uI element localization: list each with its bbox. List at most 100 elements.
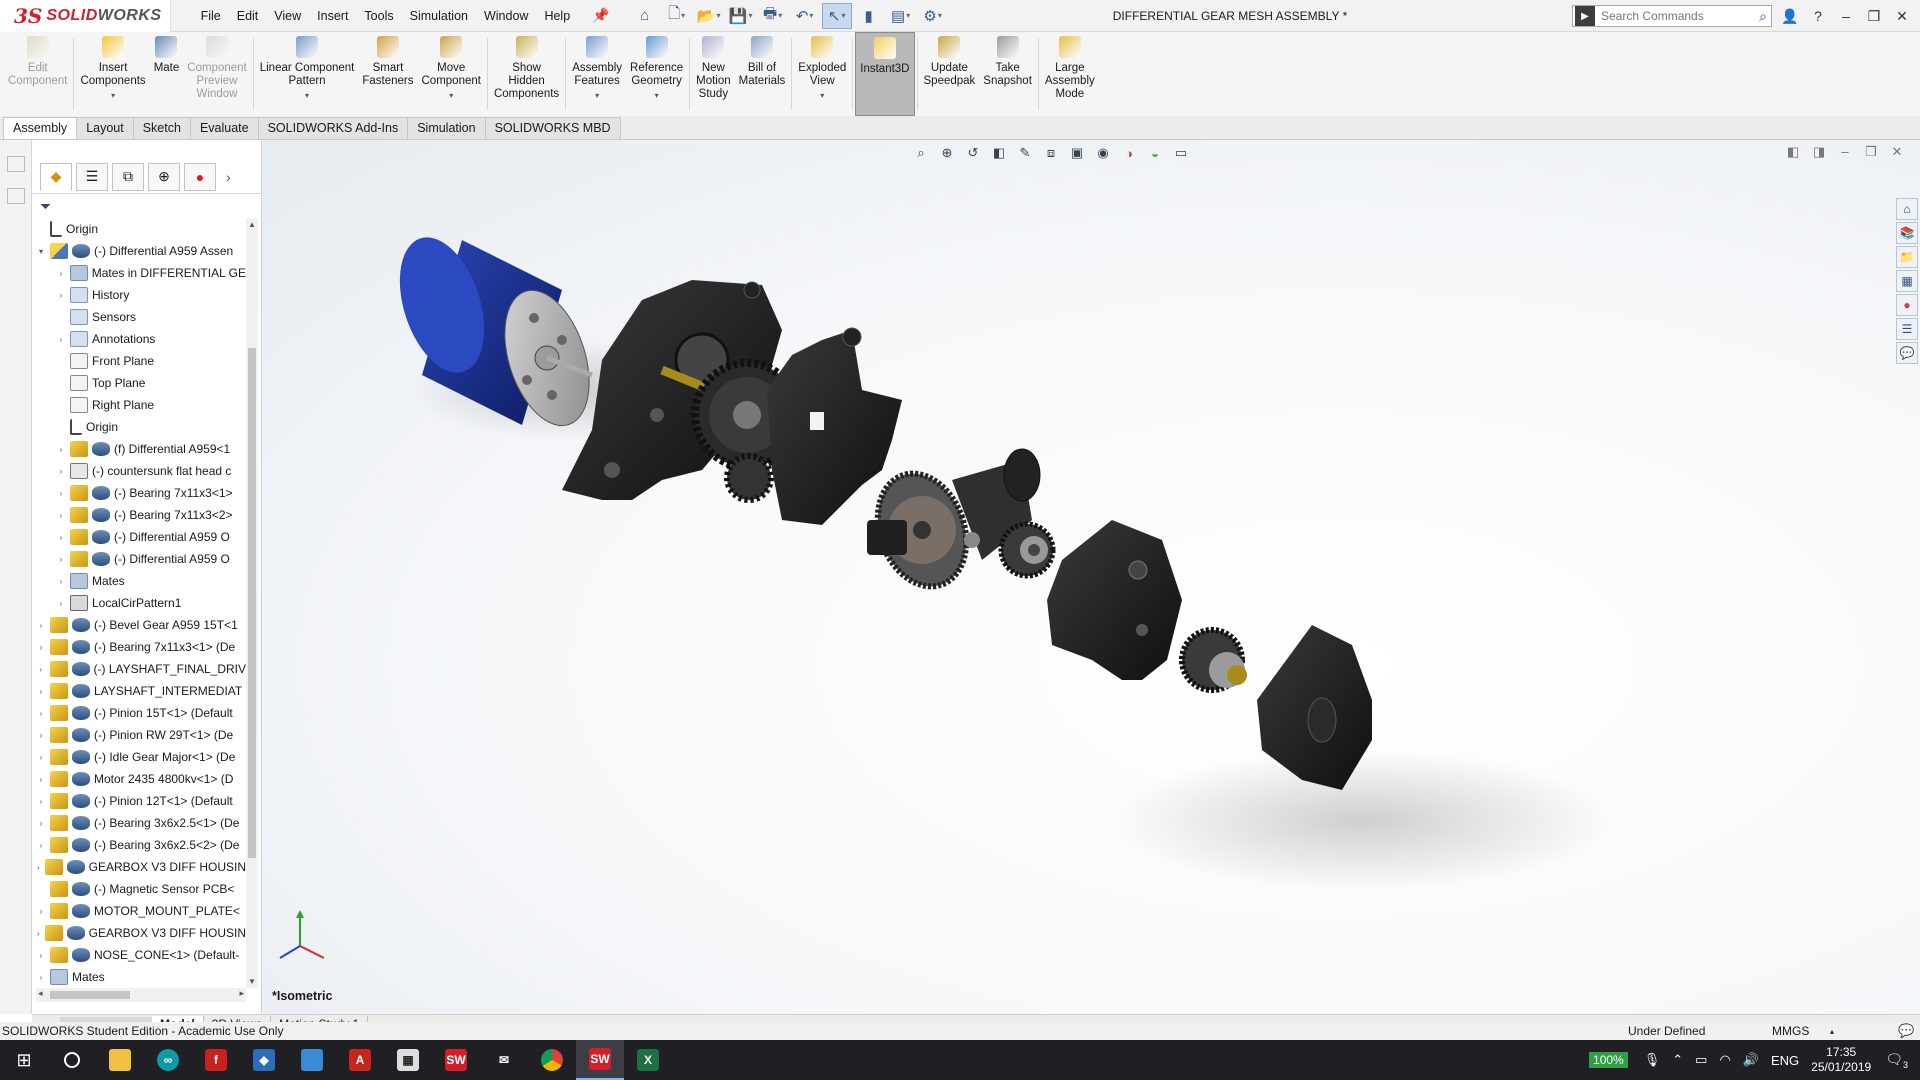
expand-icon[interactable]: › — [56, 577, 66, 586]
tab-solidworks-mbd[interactable]: SOLIDWORKS MBD — [484, 117, 621, 139]
tab-simulation[interactable]: Simulation — [407, 117, 486, 139]
cmd-mate[interactable]: Mate — [150, 32, 184, 116]
notifications-icon[interactable]: 🗨3 — [1885, 1051, 1908, 1070]
motor-part[interactable] — [384, 227, 605, 437]
tree-item[interactable]: › (f) Differential A959<1 — [32, 438, 246, 460]
configuration-manager-icon[interactable]: ⧉ — [112, 162, 144, 191]
cmd-reference-geometry[interactable]: Reference Geometry ▾ — [626, 32, 687, 116]
flash-app-icon[interactable]: f — [192, 1040, 240, 1080]
chevron-right-icon[interactable]: › — [226, 169, 231, 185]
tree-item[interactable]: (-) Magnetic Sensor PCB< — [32, 878, 246, 900]
dropdown-arrow-icon[interactable]: ▾ — [305, 89, 309, 102]
help-icon[interactable]: ? — [1804, 0, 1832, 32]
custom-properties-icon[interactable]: ☰ — [1896, 318, 1918, 340]
collapse-icon[interactable]: ▾ — [36, 247, 46, 256]
tree-item[interactable]: › GEARBOX V3 DIFF HOUSIN — [32, 922, 246, 944]
exploded-assembly-model[interactable] — [262, 140, 1920, 1014]
expand-icon[interactable]: › — [36, 797, 46, 806]
previous-view-icon[interactable]: ↺ — [962, 142, 984, 164]
tree-item[interactable]: Top Plane — [32, 372, 246, 394]
dropdown-arrow-icon[interactable]: ▾ — [111, 89, 115, 102]
cmd-show-hidden-components[interactable]: Show Hidden Components — [490, 32, 563, 116]
tree-item[interactable]: Origin — [32, 218, 246, 240]
tree-item[interactable]: › Motor 2435 4800kv<1> (D — [32, 768, 246, 790]
tree-item[interactable]: Origin — [32, 416, 246, 438]
cmd-instant3d[interactable]: Instant3D — [855, 32, 915, 116]
view-palette-icon[interactable]: ▦ — [1896, 270, 1918, 292]
file-properties-icon[interactable]: ▤ ▾ — [886, 3, 916, 29]
scroll-thumb[interactable] — [248, 348, 256, 858]
tab-solidworks-add-ins[interactable]: SOLIDWORKS Add-Ins — [257, 117, 409, 139]
menu-tools[interactable]: Tools — [356, 0, 401, 32]
excel-icon[interactable]: X — [624, 1040, 672, 1080]
scroll-right-icon[interactable]: ▸ — [239, 988, 244, 999]
expand-icon[interactable]: › — [36, 621, 46, 630]
cmd-exploded-view[interactable]: Exploded View ▾ — [794, 32, 850, 116]
expand-icon[interactable]: › — [56, 599, 66, 608]
print-icon[interactable]: 🖶 ▾ — [758, 3, 788, 29]
cmd-assembly-features[interactable]: Assembly Features ▾ — [568, 32, 626, 116]
apply-scene-icon[interactable]: ◒ — [1144, 142, 1166, 164]
solidworks-2018-icon[interactable]: SW — [432, 1040, 480, 1080]
scroll-left-icon[interactable]: ◂ — [38, 988, 43, 999]
viewport-restore-icon[interactable]: ❐ — [1862, 144, 1880, 162]
tree-item[interactable]: › (-) Pinion 15T<1> (Default — [32, 702, 246, 724]
menu-view[interactable]: View — [266, 0, 309, 32]
tree-horizontal-scrollbar[interactable]: ◂ ▸ — [36, 988, 246, 1002]
pin-menu-icon[interactable]: 📌 — [592, 7, 609, 24]
volume-icon[interactable]: 🔊 — [1743, 1052, 1759, 1068]
scroll-down-icon[interactable]: ▼ — [248, 977, 256, 986]
tab-layout[interactable]: Layout — [76, 117, 134, 139]
expand-icon[interactable]: › — [36, 973, 46, 982]
wifi-icon[interactable]: ◠ — [1719, 1052, 1730, 1068]
tab-sketch[interactable]: Sketch — [132, 117, 191, 139]
expand-icon[interactable]: › — [56, 555, 66, 564]
expand-icon[interactable]: › — [36, 731, 46, 740]
expand-icon[interactable]: › — [36, 907, 46, 916]
tree-item[interactable]: Front Plane — [32, 350, 246, 372]
menu-help[interactable]: Help — [536, 0, 578, 32]
tree-item[interactable]: › (-) LAYSHAFT_FINAL_DRIV — [32, 658, 246, 680]
options-gear-icon[interactable]: ⚙ ▾ — [918, 3, 948, 29]
cmd-insert-components[interactable]: Insert Components ▾ — [76, 32, 149, 116]
dimension-icon[interactable] — [7, 188, 25, 204]
cmd-linear-component-pattern[interactable]: Linear Component Pattern ▾ — [256, 32, 359, 116]
expand-icon[interactable]: › — [36, 863, 41, 872]
tree-item[interactable]: Right Plane — [32, 394, 246, 416]
display-style-icon[interactable]: ▣ — [1066, 142, 1088, 164]
forum-icon[interactable]: 💬 — [1896, 342, 1918, 364]
scroll-up-icon[interactable]: ▲ — [248, 220, 256, 229]
tree-item[interactable]: › (-) Bevel Gear A959 15T<1 — [32, 614, 246, 636]
home-icon[interactable]: ⌂ — [630, 3, 660, 29]
microphone-icon[interactable]: 🎙 — [1644, 1052, 1661, 1068]
tree-item[interactable]: › (-) Bearing 7x11x3<2> — [32, 504, 246, 526]
tree-filter[interactable]: ⏷ — [32, 194, 261, 218]
cortana-icon[interactable] — [48, 1040, 96, 1080]
chrome-icon[interactable] — [528, 1040, 576, 1080]
expand-icon[interactable]: › — [56, 511, 66, 520]
expand-icon[interactable]: › — [36, 775, 46, 784]
tree-item[interactable]: › (-) Pinion RW 29T<1> (De — [32, 724, 246, 746]
windows-start-icon[interactable]: ⊞ — [0, 1040, 48, 1080]
battery-level[interactable]: 100% — [1589, 1052, 1628, 1068]
menu-file[interactable]: File — [193, 0, 229, 32]
acrobat-icon[interactable]: A — [336, 1040, 384, 1080]
zoom-to-fit-icon[interactable]: ⌕ — [910, 142, 932, 164]
tree-item[interactable]: › (-) Bearing 7x11x3<1> (De — [32, 636, 246, 658]
appearances-icon[interactable]: ● — [1896, 294, 1918, 316]
solidworks-logo[interactable]: 3S SOLIDWORKS — [0, 0, 171, 32]
tree-item[interactable]: › Annotations — [32, 328, 246, 350]
tree-item[interactable]: › NOSE_CONE<1> (Default- — [32, 944, 246, 966]
tree-item[interactable]: ▾ (-) Differential A959 Assen — [32, 240, 246, 262]
solidworks-2018-active-icon[interactable]: SW — [576, 1040, 624, 1080]
filter-icon[interactable]: ⏷ — [40, 198, 51, 215]
battery-icon[interactable]: ▭ — [1695, 1052, 1707, 1068]
feature-manager-tree-icon[interactable]: ◆ — [40, 162, 72, 191]
cmd-large-assembly-mode[interactable]: Large Assembly Mode — [1041, 32, 1099, 116]
mail-icon[interactable]: ✉ — [480, 1040, 528, 1080]
dropdown-arrow-icon[interactable]: ▾ — [449, 89, 453, 102]
expand-icon[interactable]: › — [36, 929, 41, 938]
cmd-update-speedpak[interactable]: Update Speedpak — [920, 32, 980, 116]
new-document-icon[interactable]: 🗋 ▾ — [662, 3, 692, 29]
view-settings-icon[interactable]: ▭ — [1170, 142, 1192, 164]
